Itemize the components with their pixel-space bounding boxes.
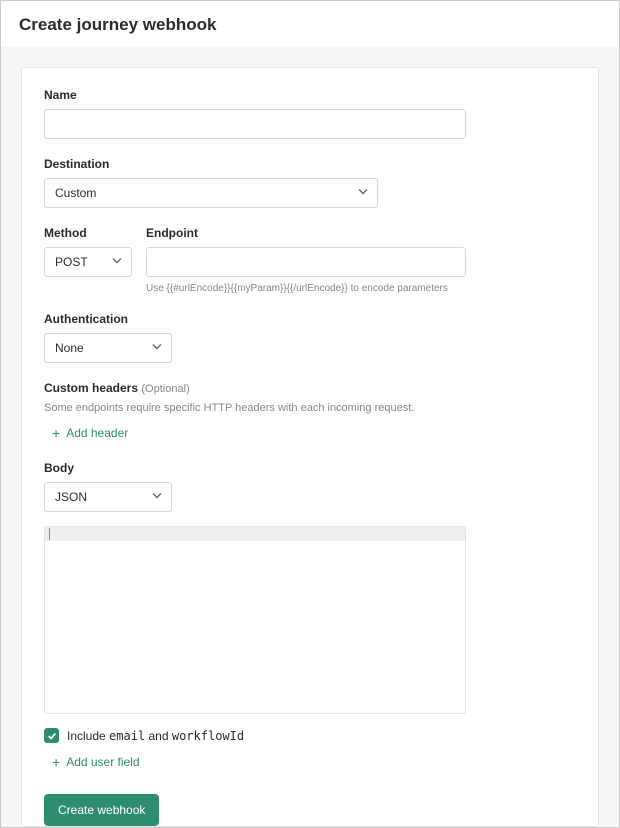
include-checkbox[interactable] [44,728,59,743]
authentication-select[interactable]: None [44,333,172,363]
endpoint-label: Endpoint [146,226,466,240]
page-body: Name Destination Custom Method POST [1,47,619,827]
page-title: Create journey webhook [19,15,601,35]
custom-headers-label: Custom headers (Optional) [44,381,576,395]
authentication-value: None [55,341,84,355]
add-header-label: Add header [66,426,128,440]
destination-value: Custom [55,186,96,200]
plus-icon: + [52,426,60,440]
include-label: Include email and workflowId [67,729,244,743]
custom-headers-label-text: Custom headers [44,381,138,395]
method-endpoint-row: Method POST Endpoint Use {{#urlEncode}}{… [44,226,576,294]
endpoint-helper: Use {{#urlEncode}}{{myParam}}{{/urlEncod… [146,283,466,294]
add-header-button[interactable]: + Add header [52,426,128,440]
name-input[interactable] [44,109,466,139]
create-webhook-button[interactable]: Create webhook [44,794,159,826]
destination-select[interactable]: Custom [44,178,378,208]
add-user-field-button[interactable]: + Add user field [52,755,140,769]
body-label: Body [44,461,576,475]
include-mid: and [145,729,172,743]
header: Create journey webhook [1,1,619,47]
method-value: POST [55,255,88,269]
name-label: Name [44,88,576,102]
form-card: Name Destination Custom Method POST [21,67,599,827]
custom-headers-group: Custom headers (Optional) Some endpoints… [44,381,576,443]
body-group: Body JSON Include email and workflowId [44,461,576,772]
body-editor[interactable] [44,526,466,714]
chevron-down-icon [151,341,163,356]
plus-icon: + [52,755,60,769]
include-row: Include email and workflowId [44,728,576,743]
editor-toolbar [45,527,465,541]
include-code-workflowid: workflowId [172,729,244,743]
include-prefix: Include [67,729,109,743]
method-select[interactable]: POST [44,247,132,277]
chevron-down-icon [111,255,123,270]
authentication-group: Authentication None [44,312,576,363]
custom-headers-description: Some endpoints require specific HTTP hea… [44,402,576,414]
authentication-label: Authentication [44,312,576,326]
chevron-down-icon [151,490,163,505]
name-group: Name [44,88,576,139]
destination-label: Destination [44,157,576,171]
destination-group: Destination Custom [44,157,576,208]
endpoint-input[interactable] [146,247,466,277]
optional-label: (Optional) [141,383,189,395]
body-value: JSON [55,490,87,504]
add-user-field-label: Add user field [66,755,139,769]
body-select[interactable]: JSON [44,482,172,512]
chevron-down-icon [357,186,369,201]
method-label: Method [44,226,132,240]
include-code-email: email [109,729,145,743]
